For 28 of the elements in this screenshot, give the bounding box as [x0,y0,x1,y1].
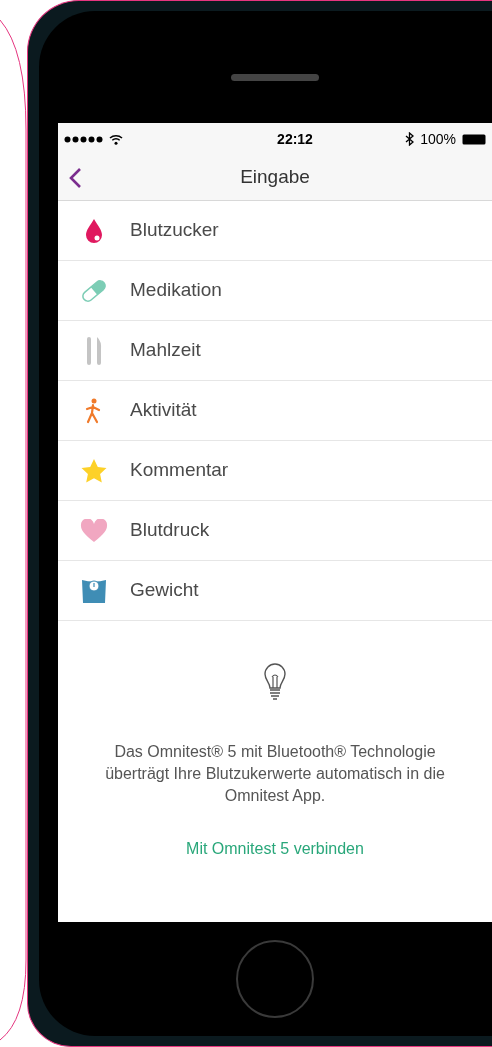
entry-list-item[interactable]: Gewicht [58,561,492,621]
entry-list-item[interactable]: Mahlzeit [58,321,492,381]
entry-list-item[interactable]: Kommentar [58,441,492,501]
drop-icon [84,217,104,244]
entry-label: Mahlzeit [130,338,201,363]
entry-label: Medikation [130,278,222,303]
entry-list-item[interactable]: Blutzucker [58,201,492,261]
entry-label: Aktivität [130,398,197,423]
entry-list-item[interactable]: Medikation [58,261,492,321]
back-chevron-icon [68,166,82,189]
bluetooth-icon [405,132,415,146]
battery-icon [462,133,486,145]
heart-icon [80,518,108,543]
entry-list-item[interactable]: Aktivität [58,381,492,441]
screen-title: Eingabe [239,165,311,190]
battery-percentage: 100% [420,129,456,149]
lightbulb-icon [263,663,287,701]
fork-knife-icon [85,335,103,366]
entry-label: Blutzucker [130,218,219,243]
wifi-icon [109,133,123,145]
status-time: 22:12 [276,129,313,149]
entry-list-item[interactable]: Blutdruck [58,501,492,561]
signal-icon [64,135,104,143]
star-icon [80,457,108,484]
info-text: Das Omnitest® 5 mit Bluetooth® Technologie überträgt Ihre Blutzukerwerte automatisch in die Omnitest App. [104,742,446,806]
entry-label: Blutdruck [130,518,210,543]
entry-label: Kommentar [130,458,229,483]
entry-label: Gewicht [130,578,199,603]
